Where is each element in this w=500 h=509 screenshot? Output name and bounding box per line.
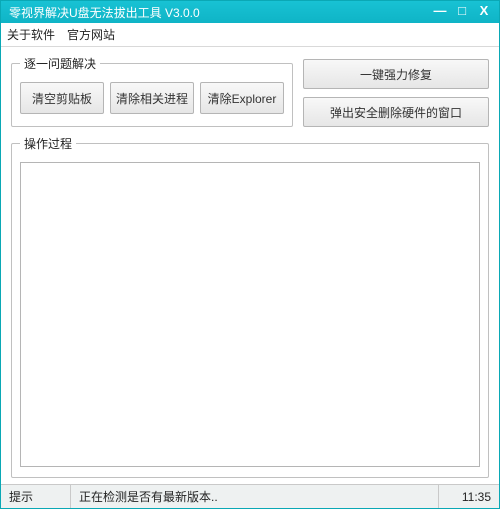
group-stepwise: 逐一问题解决 清空剪贴板 清除相关进程 清除Explorer bbox=[11, 55, 293, 127]
stepwise-buttons: 清空剪贴板 清除相关进程 清除Explorer bbox=[20, 82, 284, 114]
right-column: 一键强力修复 弹出安全删除硬件的窗口 bbox=[303, 55, 489, 127]
maximize-button[interactable]: □ bbox=[451, 4, 473, 20]
statusbar: 提示 正在检测是否有最新版本.. 11:35 bbox=[1, 484, 499, 508]
group-stepwise-title: 逐一问题解决 bbox=[20, 55, 100, 72]
eject-dialog-button[interactable]: 弹出安全删除硬件的窗口 bbox=[303, 97, 489, 127]
menubar: 关于软件 官方网站 bbox=[1, 23, 499, 47]
top-row: 逐一问题解决 清空剪贴板 清除相关进程 清除Explorer 一键强力修复 弹出… bbox=[11, 55, 489, 127]
menu-about[interactable]: 关于软件 bbox=[7, 26, 55, 43]
app-window: 零视界解决U盘无法拔出工具 V3.0.0 — □ X 关于软件 官方网站 逐一问… bbox=[0, 0, 500, 509]
clear-clipboard-button[interactable]: 清空剪贴板 bbox=[20, 82, 104, 114]
status-time: 11:35 bbox=[439, 485, 499, 508]
close-button[interactable]: X bbox=[473, 4, 495, 20]
window-title: 零视界解决U盘无法拔出工具 V3.0.0 bbox=[9, 4, 429, 21]
group-log-title: 操作过程 bbox=[20, 135, 76, 152]
status-label: 提示 bbox=[1, 485, 71, 508]
minimize-button[interactable]: — bbox=[429, 4, 451, 20]
clear-processes-button[interactable]: 清除相关进程 bbox=[110, 82, 194, 114]
group-log: 操作过程 bbox=[11, 135, 489, 478]
log-textarea[interactable] bbox=[20, 162, 480, 467]
client-area: 逐一问题解决 清空剪贴板 清除相关进程 清除Explorer 一键强力修复 弹出… bbox=[1, 47, 499, 484]
force-fix-button[interactable]: 一键强力修复 bbox=[303, 59, 489, 89]
status-message: 正在检测是否有最新版本.. bbox=[71, 485, 439, 508]
menu-website[interactable]: 官方网站 bbox=[67, 26, 115, 43]
titlebar[interactable]: 零视界解决U盘无法拔出工具 V3.0.0 — □ X bbox=[1, 1, 499, 23]
clear-explorer-button[interactable]: 清除Explorer bbox=[200, 82, 284, 114]
